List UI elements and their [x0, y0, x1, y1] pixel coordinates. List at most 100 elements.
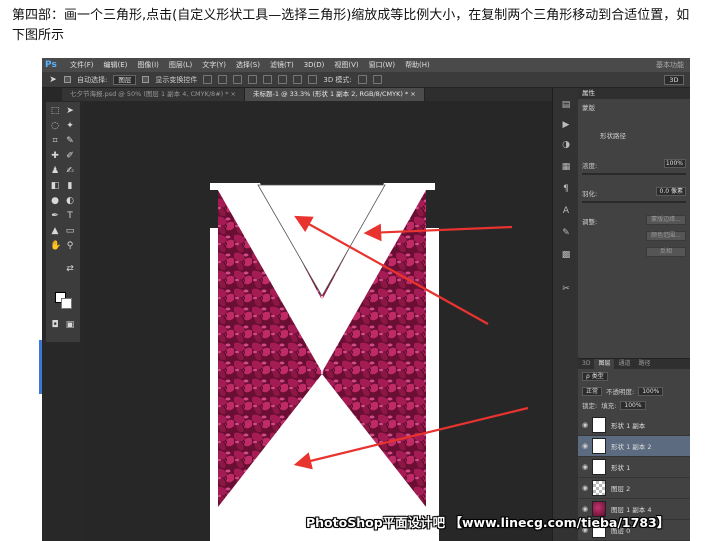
menu-filter[interactable]: 滤镜(T) — [265, 58, 299, 72]
layer-name: 形状 1 — [611, 464, 631, 472]
tab-paths[interactable]: 路径 — [634, 359, 654, 369]
feather-value[interactable]: 0.0 像素 — [656, 187, 686, 196]
show-transform-checkbox[interactable] — [142, 76, 150, 83]
layer-thumbnail — [592, 438, 606, 454]
eraser-icon[interactable]: ◧ — [50, 181, 60, 191]
distribute-horizontal-icon[interactable] — [308, 75, 318, 84]
auto-select-label: 自动选择: — [77, 75, 108, 84]
path-select-icon[interactable]: ▲ — [50, 226, 60, 236]
move-tool-icon[interactable]: ➤ — [48, 75, 58, 85]
color-range-button[interactable]: 颜色范围... — [646, 231, 686, 241]
eyedropper-icon[interactable]: ✎ — [65, 136, 75, 146]
adjustments-panel-icon[interactable]: ◑ — [561, 140, 571, 150]
fill-value[interactable]: 100% — [620, 400, 646, 410]
blend-mode-dropdown[interactable]: 正常 — [582, 386, 603, 396]
selection-edge-marker — [39, 340, 42, 394]
menu-image[interactable]: 图像(I) — [132, 58, 164, 72]
layer-kind-filter[interactable]: ρ 类型 — [582, 372, 608, 381]
workspace-title[interactable]: 基本功能 — [656, 60, 684, 70]
gradient-icon[interactable]: ▮ — [65, 181, 75, 191]
layer-row[interactable]: ◉ 形状 1 副本 2 — [578, 436, 690, 457]
background-color-swatch[interactable] — [61, 298, 72, 309]
history-brush-icon[interactable]: ✍ — [65, 166, 75, 176]
dodge-icon[interactable]: ◐ — [65, 196, 75, 206]
layer-thumbnail — [592, 480, 606, 496]
layer-row[interactable]: ◉ 形状 1 副本 — [578, 415, 690, 436]
distribute-icon[interactable] — [293, 75, 303, 84]
opacity-value[interactable]: 100% — [638, 386, 664, 396]
lasso-icon[interactable]: ◌ — [50, 121, 60, 131]
mask-label: 蒙版 — [582, 104, 595, 112]
magic-wand-icon[interactable]: ✦ — [65, 121, 75, 131]
align-center-icon[interactable] — [263, 75, 273, 84]
move-icon[interactable]: ➤ — [65, 106, 75, 116]
quick-mask-icon[interactable]: ◘ — [50, 320, 60, 330]
density-value[interactable]: 100% — [664, 159, 686, 168]
align-bottom-icon[interactable] — [233, 75, 243, 84]
tab-channels[interactable]: 通道 — [614, 359, 634, 369]
swap-colors-icon[interactable]: ⇄ — [65, 264, 75, 274]
align-left-icon[interactable] — [248, 75, 258, 84]
blur-icon[interactable]: ● — [50, 196, 60, 206]
menu-type[interactable]: 文字(Y) — [197, 58, 231, 72]
crop-icon[interactable]: ⌗ — [50, 136, 60, 146]
clone-stamp-icon[interactable]: ♟ — [50, 166, 60, 176]
menu-help[interactable]: 帮助(H) — [400, 58, 435, 72]
feather-slider[interactable] — [582, 201, 686, 203]
menu-layer[interactable]: 图层(L) — [164, 58, 197, 72]
menu-window[interactable]: 窗口(W) — [364, 58, 400, 72]
visibility-eye-icon[interactable]: ◉ — [578, 484, 592, 492]
tools-preset-icon[interactable]: ✂ — [561, 284, 571, 294]
invert-button[interactable]: 反相 — [646, 247, 686, 257]
marquee-icon[interactable]: ⬚ — [50, 106, 60, 116]
menu-view[interactable]: 视图(V) — [329, 58, 363, 72]
document-canvas[interactable] — [210, 228, 439, 541]
paragraph-panel-icon[interactable]: ¶ — [561, 184, 571, 194]
auto-select-checkbox[interactable] — [64, 76, 71, 83]
density-slider[interactable] — [582, 173, 686, 175]
layer-thumbnail — [592, 459, 606, 475]
history-panel-icon[interactable]: ▤ — [561, 100, 571, 110]
brush-icon[interactable]: ✐ — [65, 151, 75, 161]
mode-3d-button[interactable]: 3D — [664, 74, 684, 85]
align-middle-icon[interactable] — [218, 75, 228, 84]
mask-edge-button[interactable]: 蒙版边缘... — [646, 215, 686, 225]
canvas-area[interactable] — [82, 102, 552, 541]
screen-mode-icon[interactable]: ▣ — [65, 320, 75, 330]
pan-3d-icon[interactable] — [372, 75, 382, 84]
menu-3d[interactable]: 3D(D) — [299, 58, 330, 72]
visibility-eye-icon[interactable]: ◉ — [578, 421, 592, 429]
align-right-icon[interactable] — [278, 75, 288, 84]
align-top-icon[interactable] — [203, 75, 213, 84]
layer-name: 图层 2 — [611, 485, 631, 493]
character-panel-icon[interactable]: A — [561, 206, 571, 216]
tab-layers[interactable]: 图层 — [594, 359, 615, 369]
swatches-panel-icon[interactable]: ▩ — [561, 250, 571, 260]
rotate-3d-icon[interactable] — [357, 75, 367, 84]
menu-bar: Ps 文件(F) 编辑(E) 图像(I) 图层(L) 文字(Y) 选择(S) 滤… — [42, 58, 690, 72]
auto-select-dropdown[interactable]: 图层 — [113, 74, 137, 85]
healing-brush-icon[interactable]: ✚ — [50, 151, 60, 161]
visibility-eye-icon[interactable]: ◉ — [578, 463, 592, 471]
actions-panel-icon[interactable]: ▶ — [561, 120, 571, 130]
channels-panel-icon[interactable]: ▦ — [561, 162, 571, 172]
brush-panel-icon[interactable]: ✎ — [561, 228, 571, 238]
tab-untitled-1[interactable]: 未标题-1 @ 33.3% (形状 1 副本 2, RGB/8/CMYK) * … — [245, 88, 425, 101]
layer-row[interactable]: ◉ 图层 2 — [578, 478, 690, 499]
opacity-label: 不透明度: — [606, 388, 635, 396]
menu-file[interactable]: 文件(F) — [65, 58, 99, 72]
photoshop-logo: Ps — [45, 60, 57, 70]
visibility-eye-icon[interactable]: ◉ — [578, 442, 592, 450]
hand-icon[interactable]: ✋ — [50, 241, 61, 251]
menu-edit[interactable]: 编辑(E) — [99, 58, 133, 72]
menu-select[interactable]: 选择(S) — [231, 58, 265, 72]
shape-icon[interactable]: ▭ — [65, 226, 75, 236]
type-icon[interactable]: T — [65, 211, 75, 221]
refine-label: 调整: — [582, 218, 598, 226]
tab-qixi-poster[interactable]: 七夕节海报.psd @ 50% (图层 1 副本 4, CMYK/8#) * × — [62, 88, 246, 101]
toolbox: ⬚ ➤ ◌ ✦ ⌗ ✎ ✚ ✐ ♟ ✍ ◧ ▮ ● ◐ ✒ T ▲ ▭ ✋ ⚲ … — [46, 102, 80, 342]
pen-icon[interactable]: ✒ — [50, 211, 60, 221]
layer-row[interactable]: ◉ 形状 1 — [578, 457, 690, 478]
tab-3d[interactable]: 3D — [578, 359, 594, 369]
zoom-icon[interactable]: ⚲ — [65, 241, 75, 251]
